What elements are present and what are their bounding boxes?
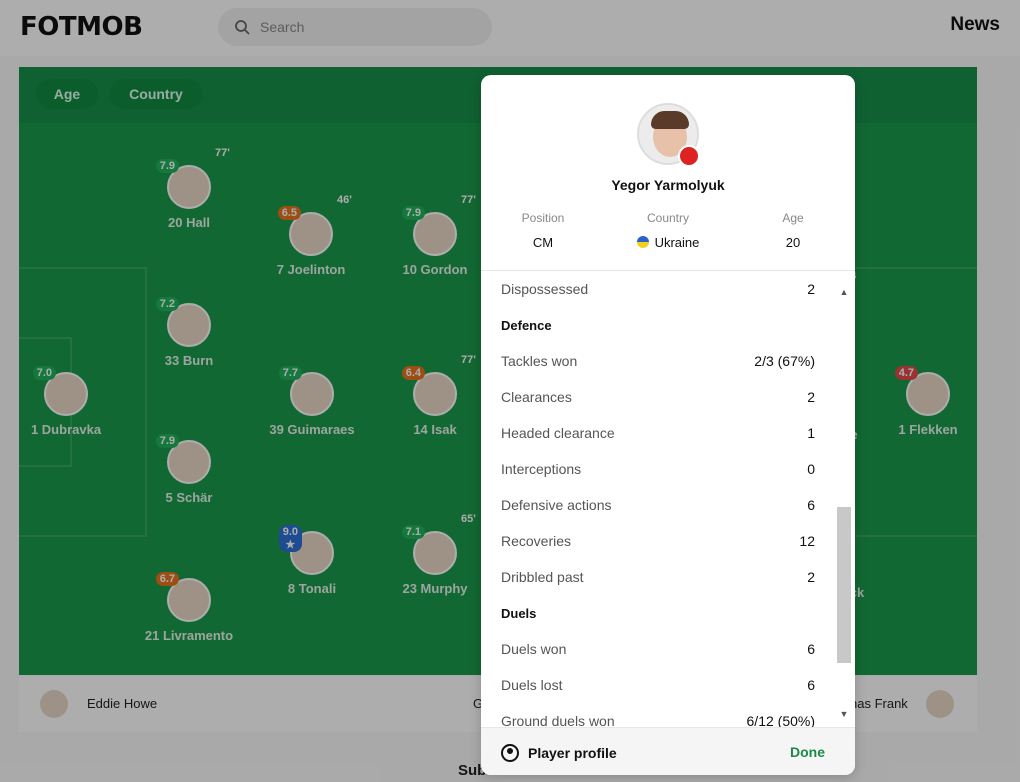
stat-value: 2 <box>807 389 815 405</box>
stat-value: 2/3 (67%) <box>754 353 815 369</box>
player-name: Yegor Yarmolyuk <box>611 177 725 193</box>
stat-row: Dribbled past 2 <box>501 569 815 585</box>
scrollbar-thumb[interactable] <box>837 507 851 663</box>
player-profile-label: Player profile <box>528 745 617 761</box>
scroll-down-arrow-icon[interactable]: ▼ <box>837 709 851 719</box>
stat-value: 2 <box>807 281 815 297</box>
stat-value: 12 <box>799 533 815 549</box>
stat-label: Defensive actions <box>501 497 612 513</box>
stat-label: Duels lost <box>501 677 563 693</box>
player-stats-modal: Yegor Yarmolyuk Position CM Country Ukrain… <box>481 75 855 775</box>
stat-label: Headed clearance <box>501 425 615 441</box>
age-value: 20 <box>785 235 801 250</box>
stat-value: 1 <box>807 425 815 441</box>
stat-label: Clearances <box>501 389 572 405</box>
stat-value: 6 <box>807 677 815 693</box>
stat-value: 0 <box>807 461 815 477</box>
stat-label: Tackles won <box>501 353 578 369</box>
stat-value: 6 <box>807 497 815 513</box>
stat-row: Headed clearance 1 <box>501 425 815 441</box>
position-value: CM <box>532 235 554 250</box>
country-label: Country <box>646 211 690 225</box>
modal-header: Yegor Yarmolyuk Position CM Country Ukrain… <box>481 75 855 271</box>
stat-row: Tackles won 2/3 (67%) <box>501 353 815 369</box>
stat-value: 6 <box>807 641 815 657</box>
stat-row: Duels won 6 <box>501 641 815 657</box>
scroll-up-arrow-icon[interactable]: ▲ <box>837 287 851 297</box>
position-label: Position <box>521 211 565 225</box>
stat-label: Dribbled past <box>501 569 584 585</box>
stat-row: Duels lost 6 <box>501 677 815 693</box>
stat-label: Interceptions <box>501 461 582 477</box>
stat-value: 2 <box>807 569 815 585</box>
team-badge-icon <box>678 145 700 167</box>
stat-row: Clearances 2 <box>501 389 815 405</box>
player-profile-icon <box>501 744 519 762</box>
stat-row: Interceptions 0 <box>501 461 815 477</box>
ukraine-flag-icon <box>636 236 649 248</box>
stat-label: Recoveries <box>501 533 572 549</box>
stat-row: Dispossessed 2 <box>501 281 815 297</box>
section-heading: Duels <box>501 606 537 621</box>
stat-row: Recoveries 12 <box>501 533 815 549</box>
player-profile-link[interactable]: Player profile <box>501 744 617 762</box>
section-heading: Defence <box>501 318 552 333</box>
country-value: Ukraine <box>654 235 700 250</box>
age-label: Age <box>782 211 804 225</box>
stats-list[interactable]: Dispossessed 2 Defence Tackles won 2/3 (67… <box>481 271 855 729</box>
age-info: Age 20 <box>743 211 843 250</box>
stat-label: Dispossessed <box>501 281 589 297</box>
modal-footer: Player profile Done <box>481 727 855 775</box>
stat-row: Defensive actions 6 <box>501 497 815 513</box>
position-info: Position CM <box>493 211 593 250</box>
stat-label: Duels won <box>501 641 567 657</box>
done-button[interactable]: Done <box>790 744 825 760</box>
country-info: Country Ukraine <box>618 211 718 250</box>
